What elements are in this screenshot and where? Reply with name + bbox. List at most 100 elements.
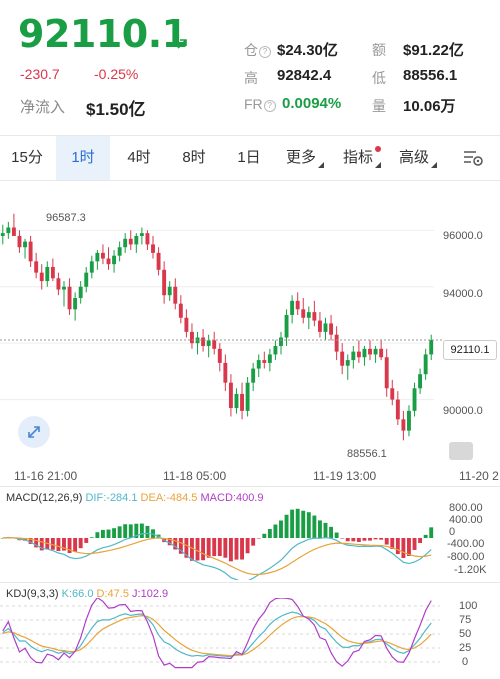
volume-label: 量 [372,98,386,114]
candle [234,393,239,409]
y-tick: 400.00 [449,514,483,526]
amount-value: $91.22亿 [403,42,464,59]
candle [167,286,172,296]
candle [34,261,39,273]
tab-advanced[interactable]: 高级 [392,136,444,180]
price-change: -230.7 [20,66,60,82]
candle [201,337,206,346]
macd-bar [323,522,328,538]
candle [279,337,283,346]
candle [117,247,122,256]
y-tick: 75 [459,614,472,626]
candle [351,351,356,361]
candle [423,354,428,375]
candle [395,399,400,420]
expand-icon[interactable] [18,416,50,448]
macd-bar [340,538,345,539]
macd-bar [206,538,211,558]
macd-bar [273,524,278,538]
macd-bar [267,529,272,538]
tab-1d[interactable]: 1日 [222,136,276,180]
macd-bar [379,538,384,540]
candle [407,410,411,431]
candle [89,261,94,273]
y-tick: 100 [459,600,478,612]
macd-bar [251,538,256,546]
candle [6,227,11,234]
candle [384,357,389,389]
macd-bar [73,538,78,552]
candle [340,351,345,366]
y-tick: 0 [462,656,469,668]
macd-bar [201,538,206,561]
macd-bar [429,527,434,538]
candle [134,235,139,245]
low-annotation: 88556.1 [347,448,387,460]
tab-8h[interactable]: 8时 [167,136,221,180]
macd-bar [418,538,423,543]
candle [84,272,89,287]
funding-rate-value: 0.0094% [282,95,342,112]
candle [245,382,250,411]
low-label: 低 [372,70,386,86]
candle [56,278,61,290]
macd-bar [395,538,400,555]
macd-chart[interactable] [0,500,440,580]
candle [329,323,334,335]
position-label: 仓? [244,40,273,60]
candlestick-chart[interactable] [0,182,500,482]
y-tick: 800.00 [449,502,483,514]
tab-4h[interactable]: 4时 [112,136,166,180]
tab-more[interactable]: 更多 [280,136,330,180]
y-tick: 50 [459,628,472,640]
candle [345,360,350,366]
candle [362,348,367,358]
last-price-tag: 92110.1 [443,340,497,360]
divider [0,486,500,487]
macd-bar [412,538,417,550]
tab-1h[interactable]: 1时 [56,136,110,180]
candle [312,312,317,321]
candle [156,252,161,270]
macd-bar [301,510,306,538]
watermark-logo [449,442,473,460]
macd-bar [384,538,389,545]
candle [223,362,228,383]
candle [178,303,183,318]
high-annotation: 96587.3 [46,212,86,224]
candle [145,233,150,245]
macd-bar [334,532,339,538]
candle [184,317,189,332]
candle [317,320,322,332]
y-tick: -800.00 [447,551,485,563]
candle [379,348,384,358]
y-tick: 25 [459,642,472,654]
last-price: 92110.1 [18,12,188,56]
macd-bar [306,512,311,538]
macd-bar [295,508,300,538]
volume-value: 10.06万 [403,98,456,115]
y-tick: 94000.0 [443,288,483,300]
j-line [2,598,432,669]
funding-rate-label: FR? [244,96,278,112]
macd-bar [223,538,228,558]
kdj-chart[interactable] [0,598,440,674]
tab-15m[interactable]: 15分 [0,136,54,180]
candle [356,351,361,358]
macd-bar [100,529,105,538]
candle [401,419,406,431]
chart-settings-icon[interactable] [462,148,484,168]
macd-bar [279,520,283,538]
arrow-up-right-icon [177,39,187,49]
candle [323,323,328,332]
candle [0,233,5,236]
tab-indicators[interactable]: 指标 [336,136,388,180]
candle [412,388,417,411]
candle [429,340,434,355]
macd-bar [312,515,317,538]
candle [128,238,133,245]
macd-bar [95,532,100,538]
candle [50,266,55,279]
candle [306,312,311,318]
macd-bar [145,525,150,538]
